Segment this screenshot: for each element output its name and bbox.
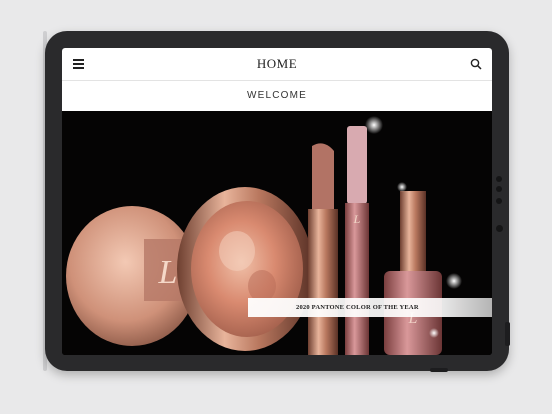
device-camera	[496, 225, 503, 232]
device-bottom-button	[430, 368, 448, 372]
page-title: HOME	[256, 56, 298, 71]
device-side-button	[505, 322, 510, 346]
device-sensor-2	[496, 186, 502, 192]
top-navigation-bar: HOME	[62, 48, 492, 81]
welcome-heading: WELCOME	[62, 81, 492, 111]
svg-text:L: L	[353, 212, 361, 226]
search-icon[interactable]	[470, 58, 482, 70]
cosmetics-product-image: L L L	[66, 116, 462, 355]
svg-text:L: L	[158, 254, 178, 291]
app-screen: HOME WELCOME L L L 2020 PANTONE COLOR OF…	[62, 48, 492, 355]
hero-banner-image[interactable]: L L L 2020 PANTONE COLOR OF THE YEAR	[62, 111, 492, 355]
device-sensor-3	[496, 198, 502, 204]
device-sensor-1	[496, 176, 502, 182]
promo-banner-label: 2020 PANTONE COLOR OF THE YEAR	[248, 298, 492, 317]
